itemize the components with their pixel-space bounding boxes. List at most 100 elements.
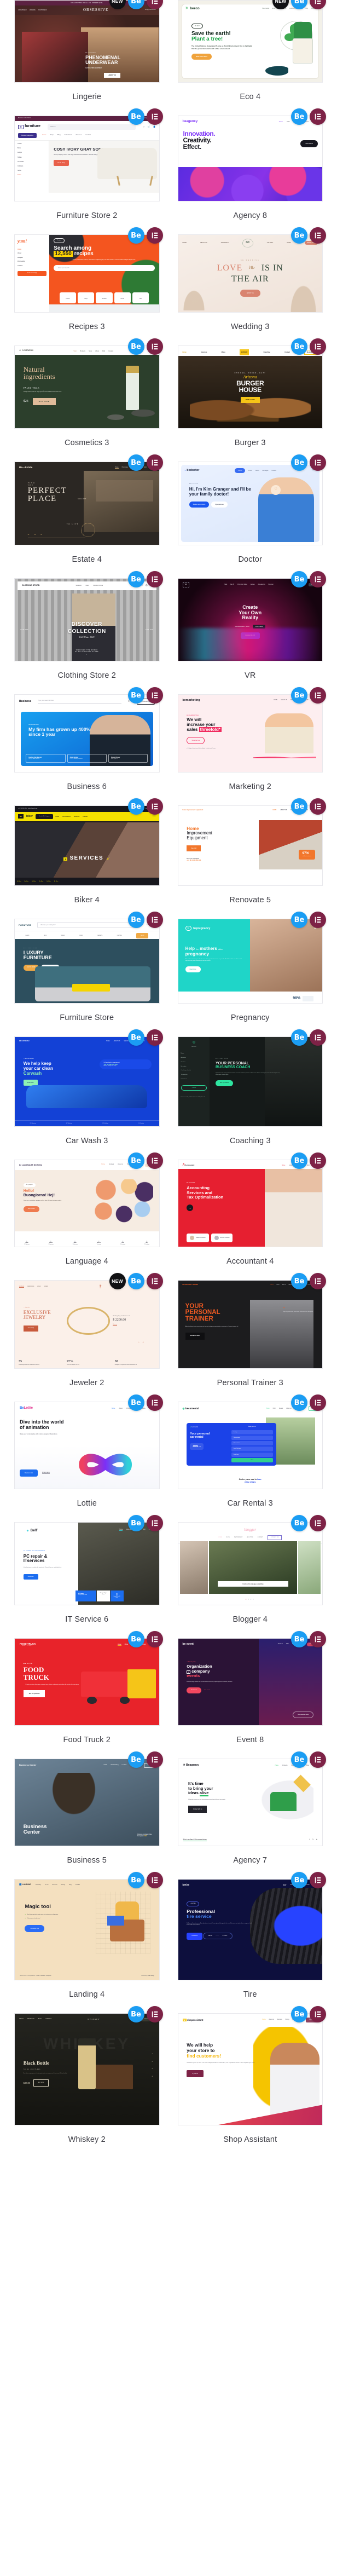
behance-badge[interactable]: Be [127, 571, 144, 587]
behance-badge[interactable]: Be [127, 1751, 144, 1768]
hero-cta-primary[interactable]: Book event [187, 1687, 202, 1693]
template-preview[interactable]: ◕ Cosmetics Start Products Shop About FAQ… [14, 345, 160, 429]
nav-item[interactable]: About [119, 1408, 123, 1409]
elementor-badge[interactable] [146, 454, 163, 471]
elementor-badge[interactable] [310, 1152, 326, 1169]
nav-item[interactable]: My guides [181, 1066, 207, 1068]
behance-badge[interactable]: Be [127, 338, 144, 355]
behance-badge[interactable]: Be [291, 1029, 307, 1046]
template-card[interactable]: Be 🟦 LANDING Summary In use Reviews Pric… [14, 1872, 163, 2013]
elementor-badge[interactable] [146, 1273, 163, 1289]
nav-item[interactable]: ABOUT US [280, 810, 287, 811]
template-card[interactable]: Be be LANGUAGE SCHOOL Home Courses About… [14, 1152, 163, 1280]
behance-badge[interactable]: Be [291, 798, 307, 815]
nav-item[interactable]: Testimonials [181, 1074, 207, 1076]
nav-item[interactable]: About building [111, 1765, 119, 1766]
elementor-badge[interactable] [146, 1515, 163, 1531]
nav-item[interactable]: Shop [89, 350, 92, 352]
nav-item[interactable]: UNDERWEAR [18, 9, 27, 11]
template-preview[interactable]: bemarketing HOME ABOUT US PACKAGES HOW I… [177, 694, 323, 773]
footer-text[interactable]: Write to our Agent & Get personal pricin… [183, 1839, 207, 1841]
nav-item[interactable]: GALLERY [267, 242, 274, 244]
nav-item[interactable]: Recipes [18, 257, 47, 258]
template-preview[interactable]: betire Home About Services Team Contact … [177, 1879, 323, 1980]
nav-item[interactable]: Home [112, 1408, 115, 1409]
nav-item[interactable]: Services [181, 1062, 207, 1063]
elementor-badge[interactable] [146, 1872, 163, 1888]
nav-item[interactable]: HOME [218, 1537, 222, 1538]
template-preview[interactable]: be LANGUAGE SCHOOL Home Courses About us… [14, 1160, 160, 1247]
form-field[interactable]: Place of rental [231, 1435, 273, 1440]
template-preview[interactable]: U shopassistant Home About us Services P… [177, 2013, 323, 2125]
behance-badge[interactable]: Be [291, 1515, 307, 1531]
slide-index[interactable]: 01 [152, 2054, 153, 2055]
nav-item[interactable]: Reviews [53, 1884, 57, 1886]
template-preview[interactable]: BE PERSONAL TRAINER Home Goals Effects A… [177, 1280, 323, 1369]
nav-item[interactable]: PROMOTIONS [93, 585, 103, 586]
behance-badge[interactable]: Be [291, 454, 307, 471]
elementor-badge[interactable] [146, 1631, 163, 1647]
behance-badge[interactable]: Be [127, 1152, 144, 1169]
nav-item[interactable]: About us [201, 351, 207, 353]
template-card[interactable]: Be ◕ Cosmetics Start Products Shop About … [14, 338, 163, 462]
nav-item[interactable]: PARTNERSHIP [234, 1537, 242, 1538]
nav-item[interactable]: Offer [286, 1644, 289, 1645]
nav-item[interactable]: Home [18, 249, 47, 250]
behance-badge[interactable]: Be [291, 0, 307, 9]
nav-item[interactable]: PRODUCTS [27, 2019, 34, 2020]
nav-item[interactable]: Home [114, 466, 119, 469]
nav-item[interactable]: Home [283, 1884, 287, 1886]
template-preview[interactable]: A Be Accountant Home About us Services F… [177, 1160, 323, 1247]
form-field[interactable]: Place of return [231, 1441, 273, 1446]
form-submit[interactable]: Book [231, 1457, 273, 1463]
template-preview[interactable]: yum! Home About Recipes Partnership Cont… [14, 234, 160, 313]
arrow-icon[interactable]: → [187, 1205, 194, 1212]
template-preview[interactable]: products inspirations about contact ♛ BE … [14, 1280, 160, 1369]
nav-item[interactable]: About [18, 252, 47, 254]
behance-badge[interactable]: Be [291, 1152, 307, 1169]
elementor-badge[interactable] [310, 687, 326, 704]
nav-item[interactable]: HOME [183, 242, 187, 244]
template-card[interactable]: Be Be—Estate Home Properties Buy About F… [14, 454, 163, 578]
nav-item[interactable]: BLOG [38, 2019, 42, 2020]
behance-badge[interactable]: Be [127, 912, 144, 928]
hero-cta-secondary[interactable]: My experience [211, 501, 228, 508]
cart-total[interactable]: $0.00 [153, 816, 155, 817]
nav-item[interactable]: Menu [222, 351, 225, 353]
nav-item[interactable]: ABOUT [19, 2019, 24, 2020]
template-card[interactable]: Be yum! Home About Recipes Partnership C… [14, 227, 163, 345]
template-card[interactable]: Be ♥ bedoctor Home Prices About Packages … [177, 454, 326, 578]
template-preview[interactable]: BP bepregnancy ☰ Help for mothers after … [177, 919, 323, 1004]
buy-link[interactable]: Buy now [113, 1324, 117, 1326]
nav-item[interactable]: Contact [284, 351, 290, 353]
category-item[interactable]: Sales [18, 174, 46, 176]
template-card[interactable]: Be Business Type your search & filters ☰… [14, 687, 163, 805]
nav-item[interactable]: LINGERIE [30, 9, 36, 11]
template-card[interactable]: Be +61 3 8376 6204 biker@gmail.com Our b… [14, 798, 163, 919]
nav-item[interactable]: About us [118, 1163, 123, 1167]
linkedin-icon[interactable]: in [316, 1839, 317, 1841]
template-card[interactable]: Be ◍ becarrental Home Offer Details Abou… [177, 1394, 326, 1522]
nav-item[interactable]: Home [235, 468, 245, 474]
template-preview[interactable]: ABOUT PRODUCTS BLOG CONTACT WHISKEY $0.0… [14, 2013, 160, 2125]
nav-item[interactable]: Offer [273, 1408, 276, 1409]
categories-button[interactable]: Search By Category [35, 814, 53, 819]
nav-item[interactable]: Details [279, 1408, 283, 1409]
hero-cta[interactable]: BUY NOW [32, 397, 56, 406]
behance-badge[interactable]: Be [127, 1631, 144, 1647]
template-preview[interactable]: Home About us Menu BURGER Franchise Cont… [177, 345, 323, 429]
nav-item[interactable]: inspirations [27, 1286, 34, 1288]
search-input[interactable]: What are you looking for? [37, 922, 141, 928]
template-card[interactable]: Be ✳ Beagency Home Products Pricing Abou… [177, 1751, 326, 1879]
nav-item[interactable]: HOME [272, 810, 276, 811]
nav-item[interactable]: MAN [86, 585, 89, 586]
nav-item[interactable]: Shop [50, 134, 54, 136]
nav-item[interactable]: How it works [262, 8, 269, 10]
nav-item[interactable]: About me [181, 1057, 207, 1059]
category-chip[interactable]: Breakfast [96, 292, 113, 303]
nav-item[interactable]: HOME [106, 1041, 110, 1042]
hero-cta-primary[interactable]: Discover now [20, 1469, 38, 1477]
elementor-badge[interactable] [310, 1515, 326, 1531]
nav-item[interactable]: Location [122, 1765, 127, 1766]
nav-item[interactable]: Home [266, 1408, 269, 1409]
